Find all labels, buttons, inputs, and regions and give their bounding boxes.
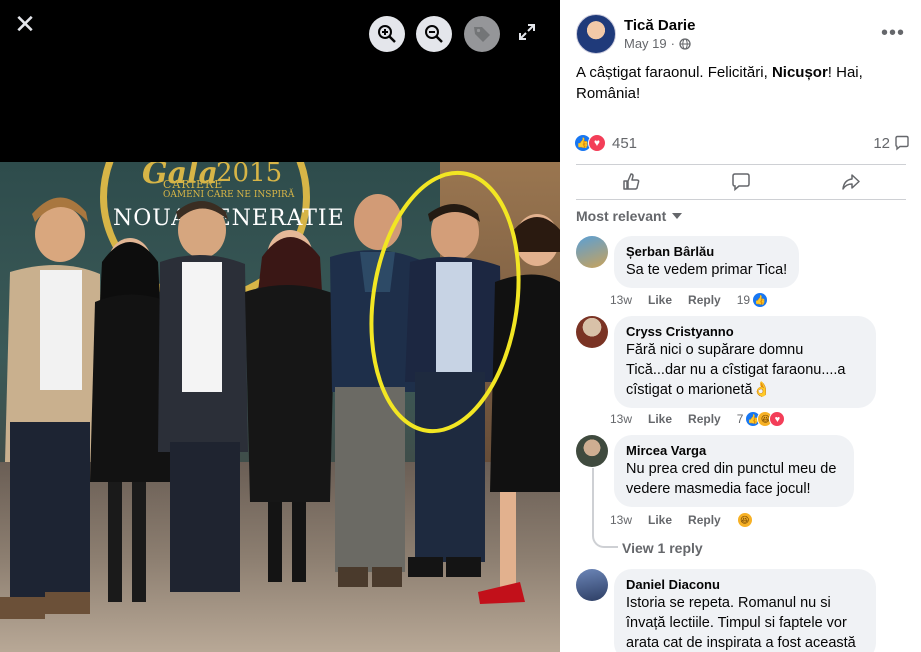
person-3 [158, 201, 248, 592]
love-reaction-icon: ♥ [769, 411, 786, 427]
comment-bubble: Daniel Diaconu Istoria se repeta. Romanu… [614, 569, 876, 652]
post-photo: Gala 2015 CARIERE OAMENI CARE NE INSPIRĂ… [0, 162, 560, 652]
commenter-name[interactable]: Daniel Diaconu [626, 577, 864, 593]
post-text-mention[interactable]: Nicușor [772, 64, 828, 81]
love-reaction-icon: ♥ [588, 134, 606, 152]
comment-text: Sa te vedem primar Tica! [626, 262, 788, 278]
zoom-out-icon [425, 25, 443, 43]
tag-button[interactable] [464, 16, 500, 52]
comment-reply-button[interactable]: Reply [688, 412, 721, 426]
like-button[interactable] [576, 165, 686, 199]
reaction-count[interactable]: 451 [612, 135, 637, 152]
close-icon[interactable]: ✕ [10, 10, 40, 40]
comment-count-value: 12 [873, 134, 890, 152]
comment-bubble: Cryss Cristyanno Fără nici o supărare do… [614, 316, 876, 408]
post-action-bar [576, 164, 906, 200]
commenter-name[interactable]: Mircea Varga [626, 443, 842, 459]
comment-icon [732, 173, 750, 192]
zoom-in-button[interactable] [369, 16, 405, 52]
comment-text: Nu prea cred din punctul meu de vedere m… [626, 461, 837, 497]
comment-reply-button[interactable]: Reply [688, 513, 721, 527]
post-text-part1: A câștigat faraonul. Felicitări, [576, 64, 772, 81]
zoom-out-button[interactable] [416, 16, 452, 52]
photo-viewer: ✕ Gala 2015 CARIERE OAMENI CARE NE INSPI… [0, 0, 560, 652]
comment-count[interactable]: 12 [873, 135, 910, 152]
commenter-avatar[interactable] [576, 316, 608, 348]
like-icon [623, 173, 640, 190]
comment-time[interactable]: 13w [610, 293, 632, 307]
comment-actions: 13w Like Reply 19 👍 [610, 292, 769, 308]
commenter-name[interactable]: Cryss Cristyanno [626, 324, 864, 340]
more-options-button[interactable]: ••• [881, 22, 905, 45]
comment-count-icon [895, 135, 909, 151]
like-reaction-icon: 👍 [752, 292, 769, 308]
comment-like-button[interactable]: Like [648, 513, 672, 527]
post-meta: May 19 · [624, 36, 695, 51]
comment-button[interactable] [686, 165, 796, 199]
commenter-avatar[interactable] [576, 435, 608, 467]
comment-time[interactable]: 13w [610, 412, 632, 426]
post-panel: Tică Darie May 19 · ••• A câștigat farao… [560, 0, 921, 652]
zoom-in-icon [378, 25, 396, 43]
post-header: Tică Darie May 19 · [576, 14, 695, 54]
comment-bubble: Mircea Varga Nu prea cred din punctul me… [614, 435, 854, 507]
post-date[interactable]: May 19 [624, 36, 667, 51]
comment-text: Fără nici o supărare domnu Tică...dar nu… [626, 342, 846, 398]
person-4 [245, 230, 335, 582]
comment-bubble: Șerban Bârlău Sa te vedem primar Tica! [614, 236, 800, 288]
comment-reactions[interactable]: 19 👍 [736, 292, 769, 308]
comment-like-button[interactable]: Like [648, 412, 672, 426]
author-name[interactable]: Tică Darie [624, 17, 695, 34]
tag-icon [474, 27, 490, 42]
comment-sort-dropdown[interactable]: Most relevant [576, 208, 683, 224]
comment-reactions[interactable]: 7 👍 😆 ♥ [737, 411, 786, 427]
comment-like-button[interactable]: Like [648, 293, 672, 307]
caret-down-icon [672, 213, 683, 219]
globe-icon [679, 37, 691, 50]
comment-actions: 13w Like Reply 7 👍 😆 ♥ [610, 411, 786, 427]
commenter-avatar[interactable] [576, 569, 608, 601]
reactions-summary[interactable]: 👍 ♥ 451 12 [574, 132, 910, 154]
haha-reaction-icon: 😆 [736, 512, 753, 528]
person-1 [0, 197, 102, 619]
comment-reactions[interactable]: 😆 [736, 512, 753, 528]
post-text: A câștigat faraonul. Felicitări, Nicușor… [576, 62, 896, 104]
share-button[interactable] [796, 165, 906, 199]
comment-reply-button[interactable]: Reply [688, 293, 721, 307]
person-5 [330, 194, 420, 587]
people-group [0, 170, 560, 619]
comment-text: Istoria se repeta. Romanul nu si învață … [626, 595, 856, 651]
commenter-name[interactable]: Șerban Bârlău [626, 244, 787, 260]
author-avatar[interactable] [576, 14, 616, 54]
comment-reaction-count: 19 [736, 293, 751, 307]
reply-thread-line [592, 468, 618, 548]
commenter-avatar[interactable] [576, 236, 608, 268]
comment-sort-label: Most relevant [576, 208, 667, 224]
expand-icon[interactable] [518, 23, 542, 47]
view-replies-button[interactable]: View 1 reply [622, 540, 703, 556]
comment-actions: 13w Like Reply 😆 [610, 512, 753, 528]
comment-reaction-count: 7 [736, 412, 744, 426]
share-icon [842, 174, 860, 190]
